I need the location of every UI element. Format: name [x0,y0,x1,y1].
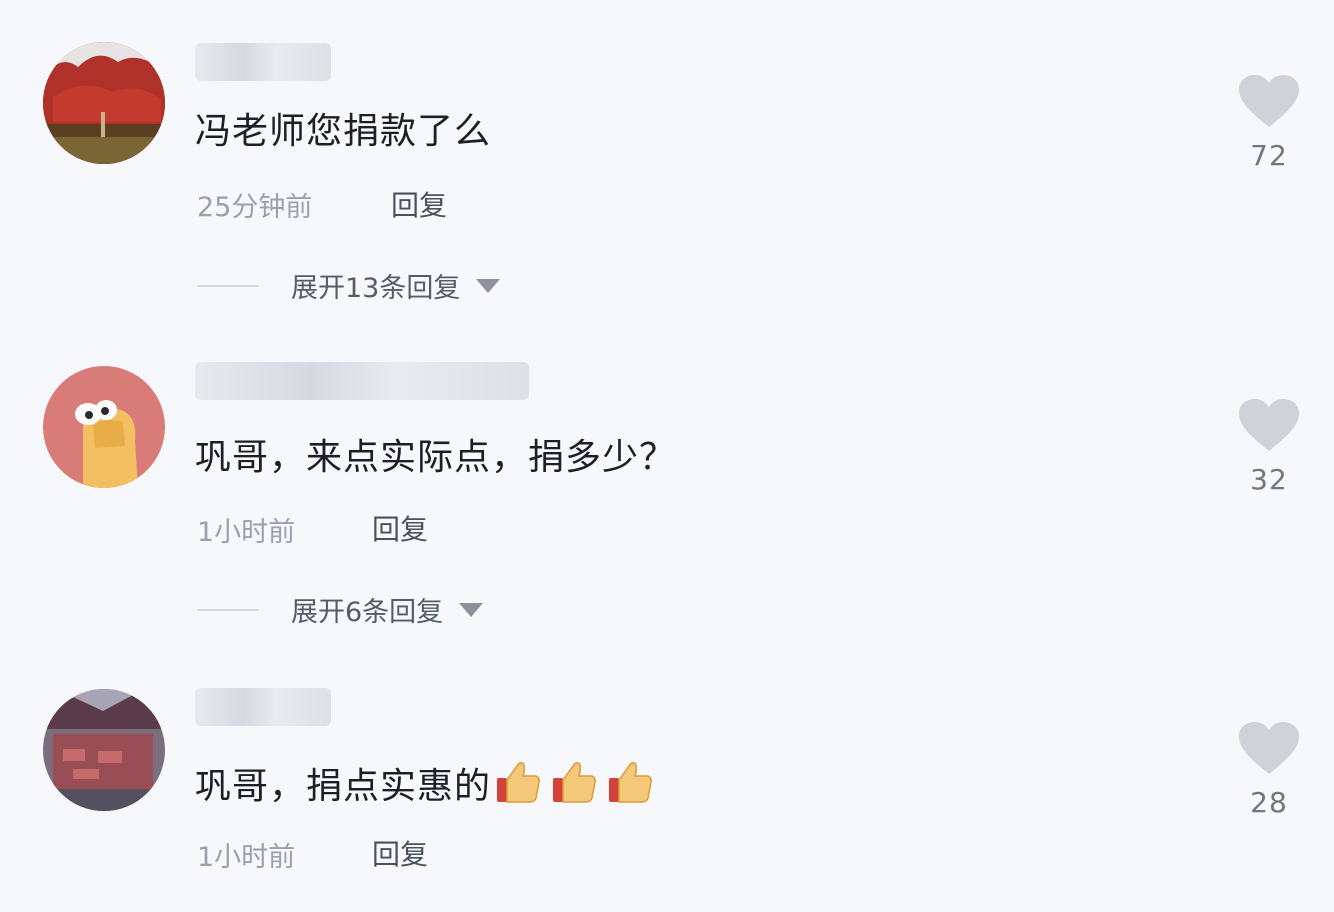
username-redacted[interactable] [195,362,529,400]
thumbs-up-icon [497,762,540,803]
username-redacted[interactable] [195,688,331,726]
timestamp: 25分钟前 [197,192,313,223]
emoji-group [495,760,653,804]
comment-text: 巩哥，捐点实惠的 [195,760,653,809]
chevron-down-icon [459,602,484,617]
comment-text: 冯老师您捐款了么 [195,111,492,152]
heart-icon [1239,399,1299,451]
comment-text: 巩哥，来点实际点，捐多少？ [195,437,677,478]
expand-replies-label: 展开13条回复 [291,273,461,304]
thumbs-up-icon [553,762,596,803]
like-count: 28 [1250,786,1288,819]
timestamp: 1小时前 [197,842,296,873]
reply-button[interactable]: 回复 [372,508,428,548]
like-button[interactable]: 72 [1236,75,1302,172]
thumbs-up-icon [609,762,652,803]
like-count: 72 [1250,139,1288,172]
comment-text-content: 巩哥，捐点实惠的 [195,766,492,807]
expand-replies-label: 展开6条回复 [291,597,444,628]
username-redacted[interactable] [195,43,331,81]
like-button[interactable]: 32 [1236,399,1302,496]
divider [197,608,259,611]
like-count: 32 [1250,463,1288,496]
reply-button[interactable]: 回复 [391,184,447,224]
like-button[interactable]: 28 [1236,722,1302,819]
chevron-down-icon [476,278,501,293]
expand-replies-button[interactable]: 展开13条回复 [197,266,501,305]
avatar[interactable] [43,689,165,811]
heart-icon [1239,75,1299,127]
reply-button[interactable]: 回复 [372,833,428,873]
divider [197,284,259,287]
avatar[interactable] [43,366,165,488]
expand-replies-button[interactable]: 展开6条回复 [197,590,484,629]
avatar[interactable] [43,42,165,164]
heart-icon [1239,722,1299,774]
timestamp: 1小时前 [197,517,296,548]
